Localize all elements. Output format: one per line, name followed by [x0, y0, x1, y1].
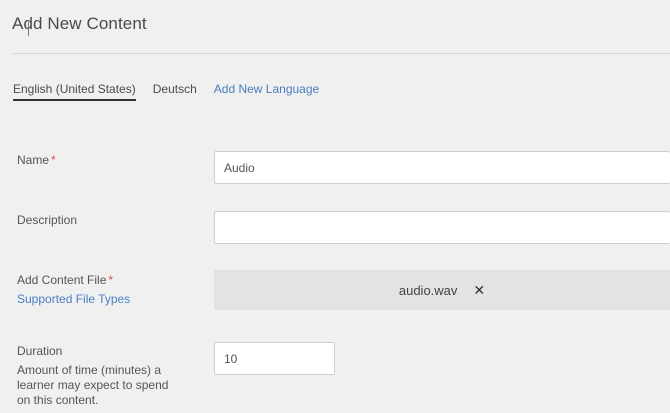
file-name: audio.wav: [398, 282, 458, 298]
close-icon[interactable]: ✕: [473, 282, 485, 299]
add-content-page: Add New Content English (United States) …: [0, 0, 670, 413]
name-required-mark: *: [51, 153, 56, 167]
page-title: Add New Content: [12, 14, 147, 33]
content-file-dropzone[interactable]: audio.wav ✕: [214, 270, 670, 310]
name-input[interactable]: Audio: [214, 151, 670, 184]
duration-input-value: 10: [224, 351, 238, 366]
supported-file-types-link[interactable]: Supported File Types: [17, 292, 130, 306]
duration-label: Duration: [17, 344, 63, 358]
duration-input[interactable]: 10: [214, 342, 335, 375]
title-divider: [12, 53, 670, 54]
name-label: Name *: [17, 153, 56, 167]
duration-help-text: Amount of time (minutes) a learner may e…: [17, 363, 169, 407]
tab-english-united-states[interactable]: English (United States): [13, 82, 136, 101]
language-tabs: English (United States) Deutsch Add New …: [13, 82, 336, 101]
add-new-language-link[interactable]: Add New Language: [214, 82, 319, 101]
text-cursor-icon: [28, 22, 29, 36]
description-input[interactable]: [214, 211, 670, 244]
tab-deutsch[interactable]: Deutsch: [153, 82, 197, 101]
content-file-label-text: Add Content File: [17, 273, 107, 287]
content-file-required-mark: *: [108, 273, 114, 287]
content-file-label: Add Content File *: [17, 273, 113, 287]
name-label-text: Name: [17, 153, 50, 167]
description-label: Description: [17, 213, 78, 227]
name-input-value: Audio: [224, 160, 255, 175]
